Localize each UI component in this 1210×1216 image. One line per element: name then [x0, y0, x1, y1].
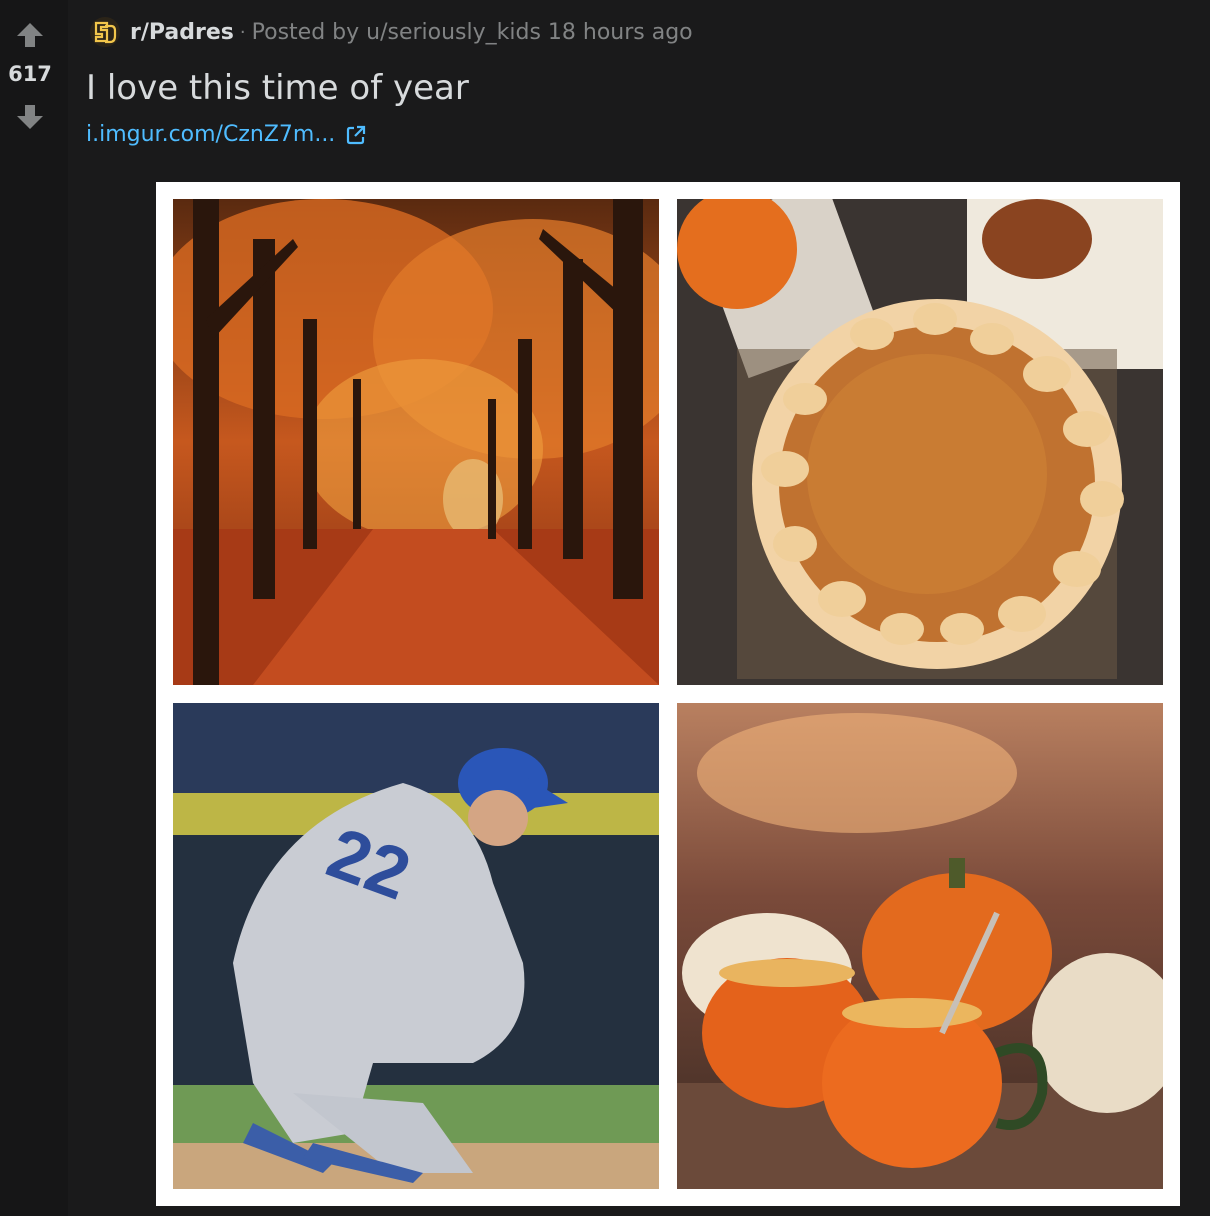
- downvote-button[interactable]: [12, 100, 48, 134]
- arrow-up-icon: [17, 23, 43, 47]
- subreddit-avatar[interactable]: [90, 17, 120, 47]
- post-image[interactable]: 22: [156, 182, 1180, 1206]
- post-meta: r/Padres · Posted by u/seriously_kids 18…: [90, 14, 693, 50]
- meta-separator: ·: [239, 21, 246, 43]
- post-link[interactable]: i.imgur.com/CznZ7m...: [86, 122, 335, 147]
- pumpkin-mugs-photo: [677, 703, 1163, 1189]
- autumn-trees-photo: [173, 199, 659, 685]
- baseball-pitcher-photo: 22: [173, 703, 659, 1189]
- post-title[interactable]: I love this time of year: [86, 68, 469, 108]
- upvote-button[interactable]: [12, 18, 48, 52]
- vote-rail: 617: [0, 0, 68, 1216]
- subreddit-link[interactable]: r/Padres: [130, 20, 234, 45]
- arrow-down-icon: [17, 105, 43, 129]
- pumpkin-pie-photo: [677, 199, 1163, 685]
- vote-count: 617: [8, 62, 52, 86]
- post-container: r/Padres · Posted by u/seriously_kids 18…: [68, 0, 1210, 1216]
- external-link-icon[interactable]: [345, 124, 367, 146]
- posted-by-text[interactable]: Posted by u/seriously_kids 18 hours ago: [252, 20, 693, 45]
- padres-sd-logo-icon: [94, 21, 117, 44]
- post-link-row: i.imgur.com/CznZ7m...: [86, 122, 367, 147]
